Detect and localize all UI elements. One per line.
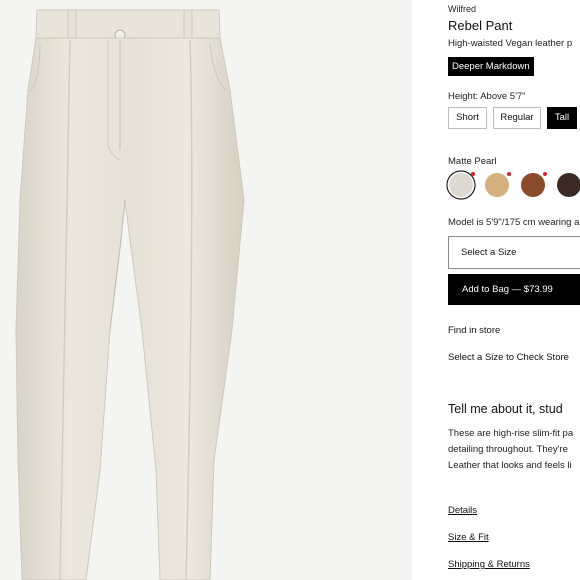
size-fit-link[interactable]: Size & Fit	[448, 532, 489, 543]
height-option-regular[interactable]: Regular	[493, 107, 541, 129]
product-details-panel: Wilfred Rebel Pant High-waisted Vegan le…	[412, 0, 580, 580]
height-option-tall[interactable]: Tall	[547, 107, 577, 129]
product-subtitle: High-waisted Vegan leather p	[448, 38, 573, 49]
promo-badge: Deeper Markdown	[448, 57, 534, 76]
description-heading: Tell me about it, stud	[448, 402, 563, 416]
description-line: detailing throughout. They're	[448, 444, 568, 455]
color-label: Matte Pearl	[448, 156, 497, 167]
height-label: Height: Above 5'7"	[448, 91, 526, 102]
size-select[interactable]: Select a Size	[448, 236, 580, 269]
pant-illustration	[15, 9, 245, 580]
product-title: Rebel Pant	[448, 18, 513, 33]
description-line: Leather that looks and feels li	[448, 460, 572, 471]
sale-dot	[471, 172, 475, 176]
brand-name[interactable]: Wilfred	[448, 4, 476, 14]
sale-dot	[507, 172, 511, 176]
swatch-matte-pearl[interactable]	[449, 172, 475, 197]
details-link[interactable]: Details	[448, 505, 477, 516]
model-note: Model is 5'9"/175 cm wearing a	[448, 217, 580, 228]
swatch-brown[interactable]	[521, 172, 547, 197]
swatch-tan[interactable]	[485, 172, 511, 197]
height-option-short[interactable]: Short	[448, 107, 487, 129]
find-in-store-link[interactable]: Find in store	[448, 325, 500, 336]
add-to-bag-button[interactable]: Add to Bag — $73.99	[448, 274, 580, 305]
description-line: These are high-rise slim-fit pa	[448, 428, 574, 439]
check-store-prompt: Select a Size to Check Store	[448, 352, 569, 363]
product-image[interactable]	[0, 0, 412, 580]
sale-dot	[543, 172, 547, 176]
swatch-dark-brown[interactable]	[557, 173, 580, 197]
shipping-returns-link[interactable]: Shipping & Returns	[448, 559, 530, 570]
